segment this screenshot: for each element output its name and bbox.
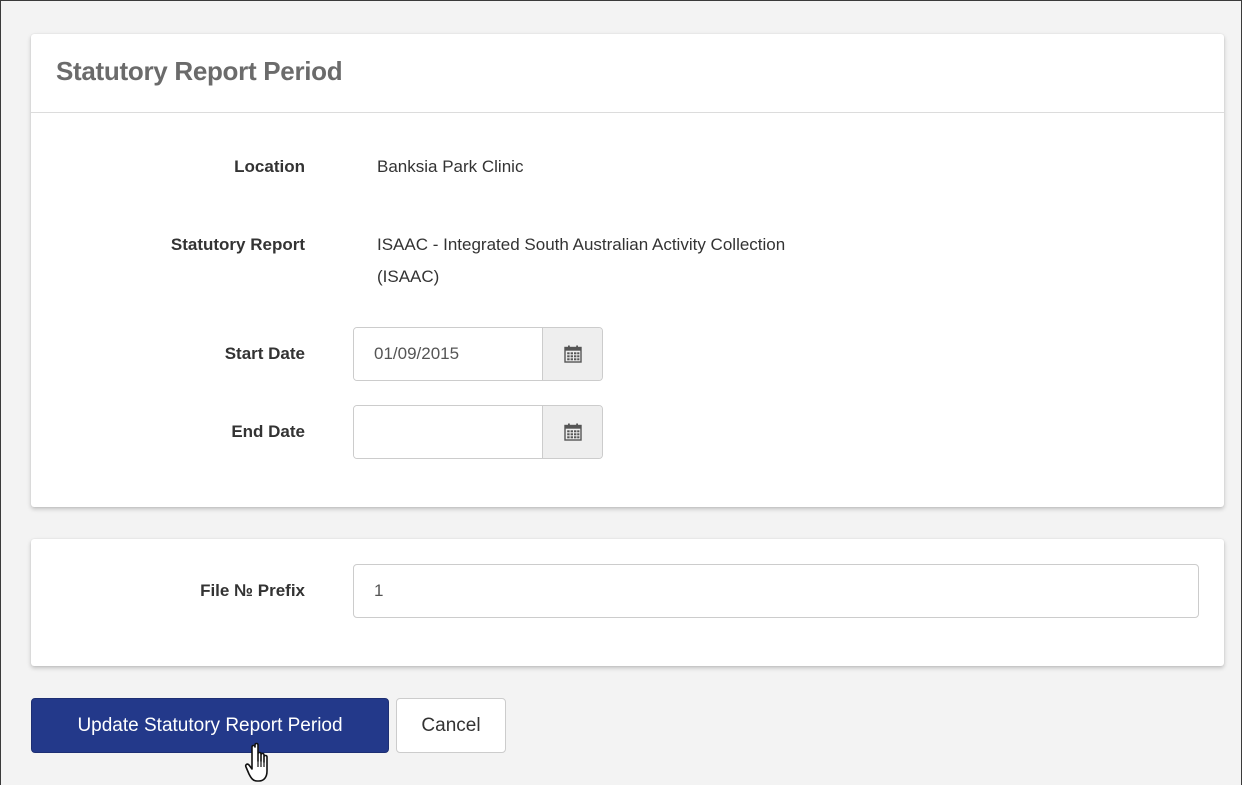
end-date-label: End Date [231,422,305,441]
update-statutory-report-period-button[interactable]: Update Statutory Report Period [31,698,389,753]
end-date-picker-button[interactable] [542,406,602,458]
location-label: Location [234,157,305,176]
file-prefix-panel: File № Prefix [31,539,1224,666]
start-date-picker-button[interactable] [542,328,602,380]
statutory-report-value-line2: (ISAAC) [377,267,440,286]
location-value: Banksia Park Clinic [377,157,524,176]
calendar-icon [563,423,582,441]
end-date-group [353,405,603,459]
statutory-report-period-panel: Statutory Report Period Location Banksia… [31,34,1224,507]
file-prefix-input[interactable] [353,564,1199,618]
end-date-input[interactable] [354,406,542,458]
start-date-label: Start Date [224,344,305,363]
panel-title: Statutory Report Period [56,56,343,86]
start-date-input[interactable] [354,328,542,380]
cancel-button[interactable]: Cancel [396,698,506,753]
page-frame: Statutory Report Period Location Banksia… [0,0,1242,785]
calendar-icon [563,345,582,363]
statutory-report-value-line1: ISAAC - Integrated South Australian Acti… [377,235,786,254]
statutory-report-value: ISAAC - Integrated South Australian Acti… [377,229,785,293]
start-date-group [353,327,603,381]
panel-header: Statutory Report Period [31,34,1224,113]
statutory-report-label: Statutory Report [170,235,305,254]
file-prefix-label: File № Prefix [200,581,305,600]
